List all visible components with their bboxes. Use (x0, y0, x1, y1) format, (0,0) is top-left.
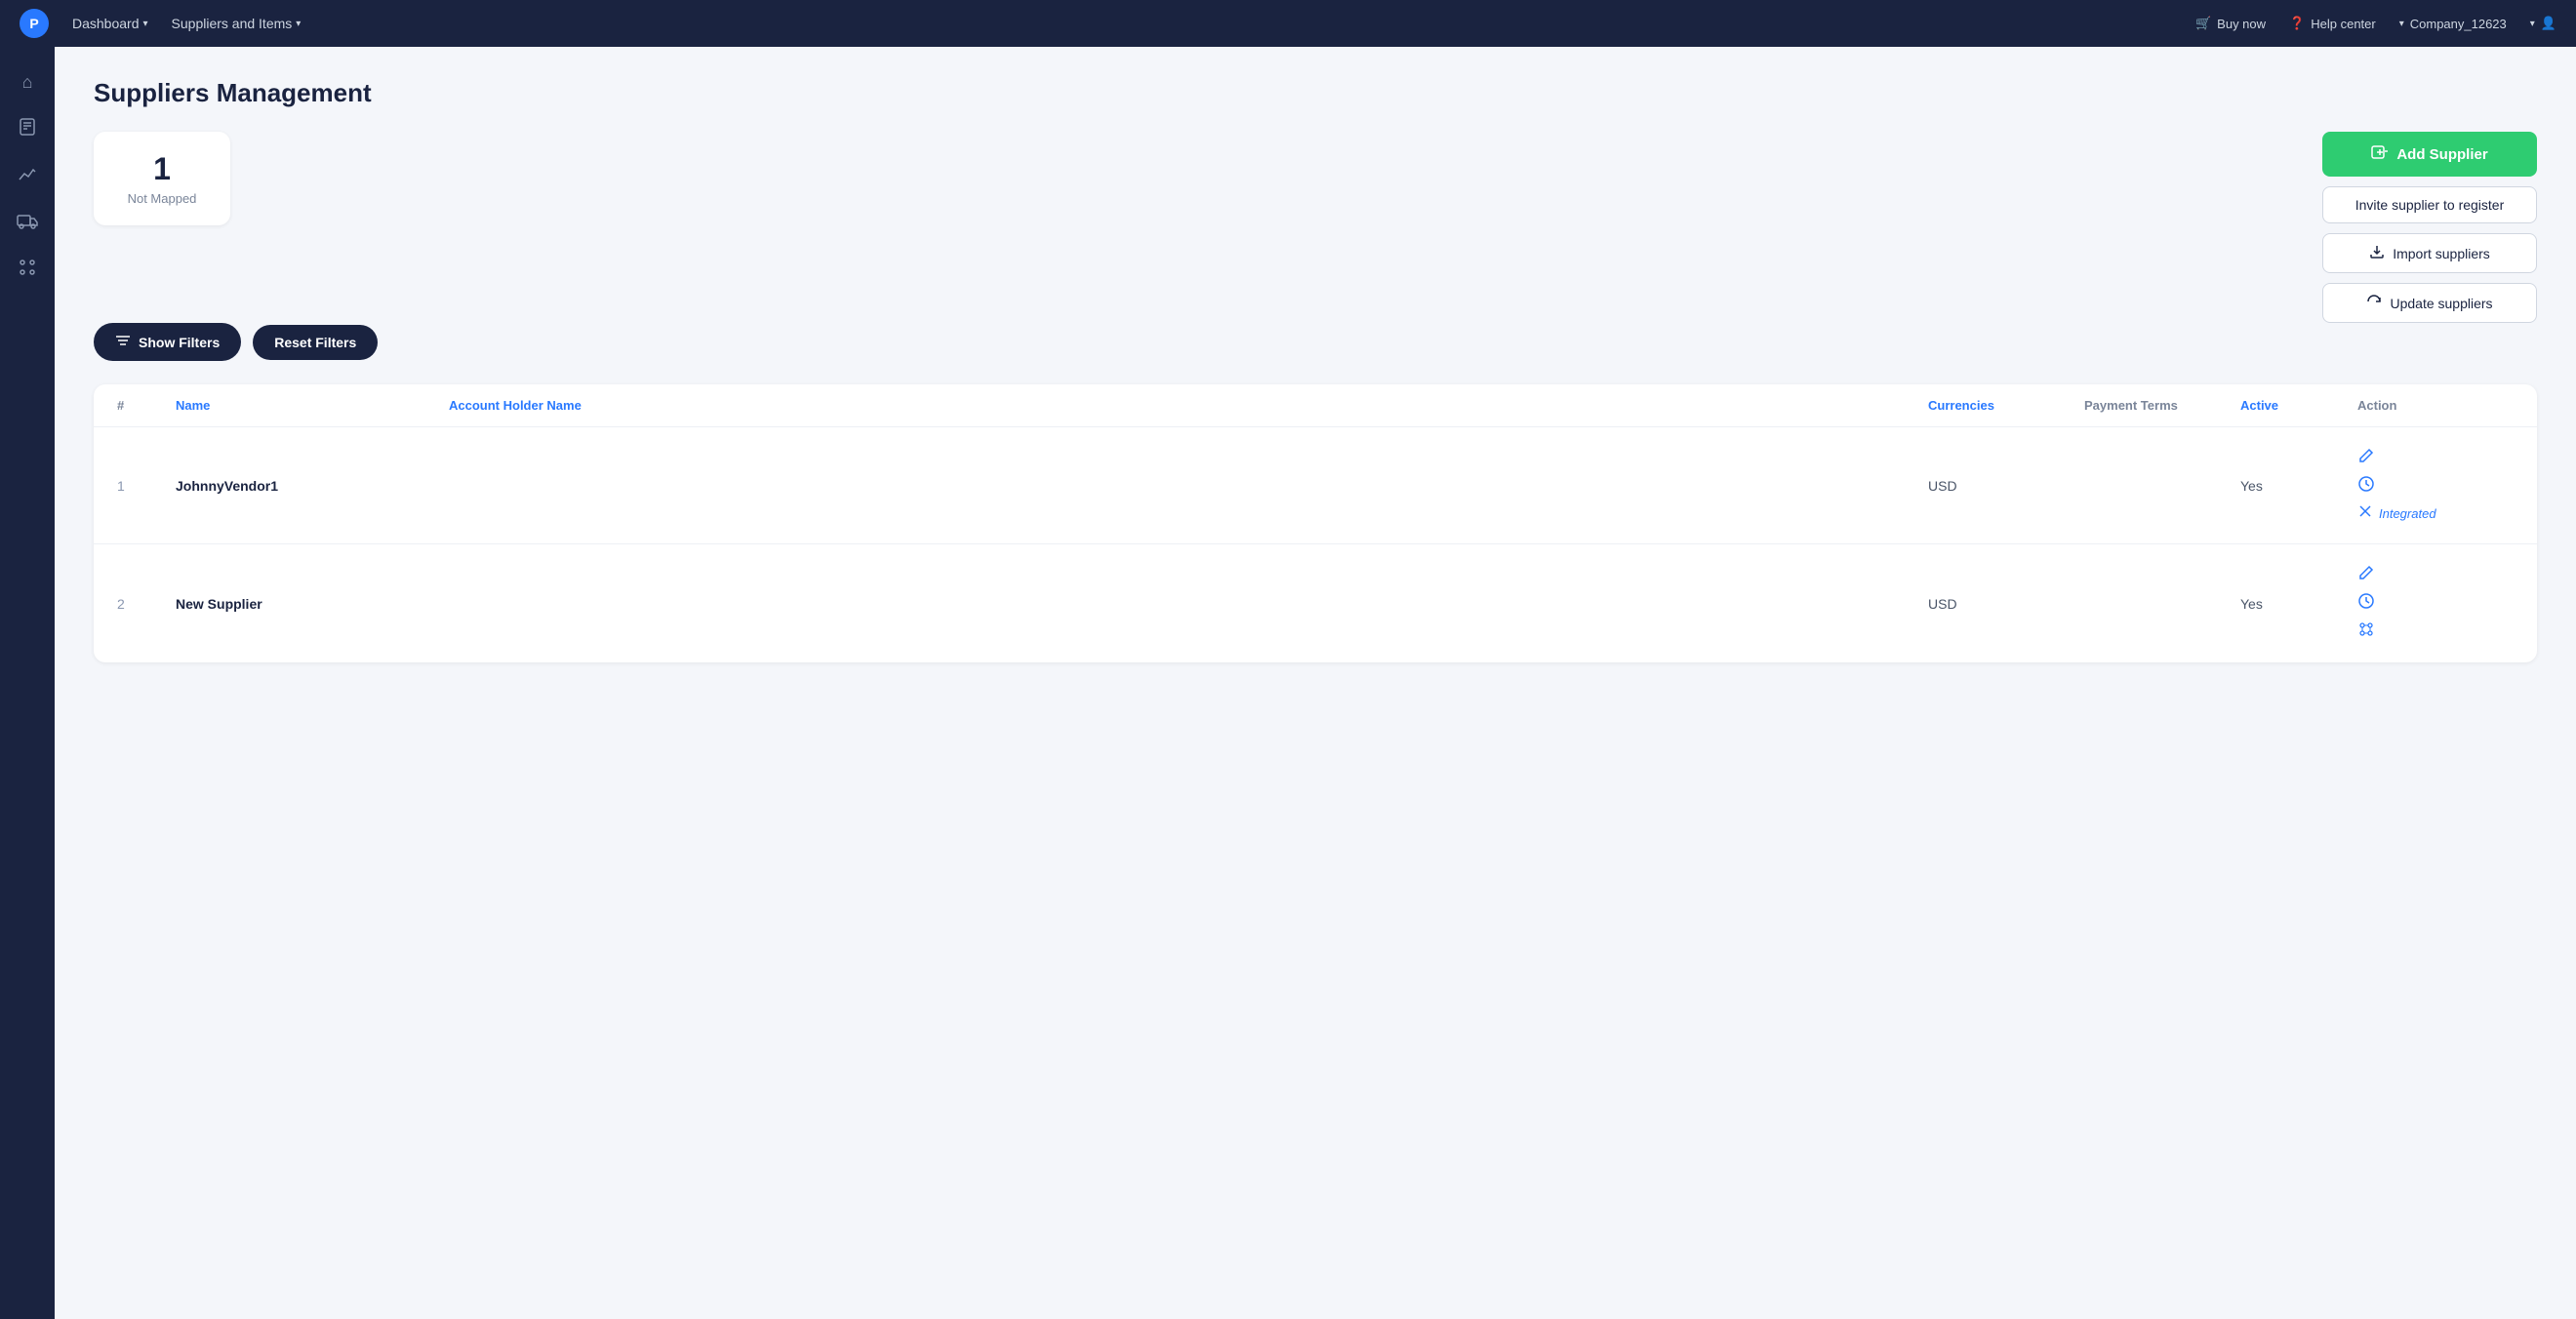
add-supplier-icon (2371, 143, 2389, 165)
right-actions: Add Supplier Invite supplier to register… (2322, 132, 2537, 323)
topnav-right: 🛒 Buy now ❓ Help center ▾ Company_12623 … (2195, 16, 2556, 31)
table-header: # Name Account Holder Name Currencies Pa… (94, 384, 2537, 427)
reset-filters-button[interactable]: Reset Filters (253, 325, 378, 360)
sidebar-item-catalog[interactable] (8, 250, 47, 289)
row1-name: JohnnyVendor1 (176, 478, 449, 494)
row2-map-action[interactable] (2357, 620, 2514, 643)
th-name: Name (176, 398, 449, 413)
sidebar-item-orders[interactable] (8, 109, 47, 148)
dashboard-link[interactable]: Dashboard ▾ (72, 16, 148, 31)
row2-active: Yes (2240, 596, 2357, 612)
not-mapped-label: Not Mapped (128, 191, 197, 206)
th-active: Active (2240, 398, 2357, 413)
sidebar-item-delivery[interactable] (8, 203, 47, 242)
row1-integrated-action[interactable]: Integrated (2357, 503, 2514, 524)
update-suppliers-label: Update suppliers (2390, 296, 2492, 311)
update-icon (2366, 294, 2382, 312)
add-supplier-button[interactable]: Add Supplier (2322, 132, 2537, 177)
invite-supplier-label: Invite supplier to register (2355, 197, 2505, 213)
top-row: 1 Not Mapped Add Supplier (94, 132, 2537, 323)
sidebar: ⌂ (0, 47, 55, 1319)
main-content: Suppliers Management 1 Not Mapped (55, 47, 2576, 1319)
delivery-icon (17, 212, 38, 234)
import-icon (2369, 244, 2385, 262)
th-currencies: Currencies (1928, 398, 2084, 413)
reset-filters-label: Reset Filters (274, 335, 356, 350)
help-center-label: Help center (2311, 17, 2375, 31)
dashboard-label: Dashboard (72, 16, 140, 31)
buy-now-label: Buy now (2217, 17, 2266, 31)
row2-name: New Supplier (176, 596, 449, 612)
row1-currencies: USD (1928, 478, 2084, 494)
import-suppliers-label: Import suppliers (2393, 246, 2490, 261)
show-filters-label: Show Filters (139, 335, 220, 350)
update-suppliers-button[interactable]: Update suppliers (2322, 283, 2537, 323)
row2-actions (2357, 564, 2514, 643)
map-icon (2357, 620, 2375, 643)
not-mapped-card: 1 Not Mapped (94, 132, 230, 225)
company-label: Company_12623 (2410, 17, 2507, 31)
company-chevron: ▾ (2399, 19, 2404, 29)
topnav-links: Dashboard ▾ Suppliers and Items ▾ (72, 16, 301, 31)
analytics-icon (18, 164, 37, 188)
row2-history-action[interactable] (2357, 592, 2514, 615)
cart-icon: 🛒 (2195, 16, 2211, 31)
row1-active: Yes (2240, 478, 2357, 494)
integrated-label: Integrated (2379, 506, 2436, 521)
orders-icon (18, 117, 37, 141)
clock-icon (2357, 475, 2375, 498)
edit-icon (2357, 564, 2375, 586)
user-menu[interactable]: ▾ 👤 (2530, 16, 2556, 31)
integrated-x-icon (2357, 503, 2373, 524)
company-menu[interactable]: ▾ Company_12623 (2399, 17, 2507, 31)
th-payment-terms: Payment Terms (2084, 398, 2240, 413)
edit-icon (2357, 447, 2375, 469)
help-icon: ❓ (2289, 16, 2305, 31)
not-mapped-count: 1 (153, 151, 171, 187)
suppliers-items-chevron: ▾ (296, 19, 301, 29)
sidebar-item-home[interactable]: ⌂ (8, 62, 47, 101)
topnav: P Dashboard ▾ Suppliers and Items ▾ 🛒 Bu… (0, 0, 2576, 47)
page-title: Suppliers Management (94, 78, 2537, 108)
row1-edit-action[interactable] (2357, 447, 2514, 469)
th-action: Action (2357, 398, 2514, 413)
table-row: 2 New Supplier USD Yes (94, 544, 2537, 662)
row2-action-icons (2357, 564, 2514, 643)
logo[interactable]: P (20, 9, 49, 38)
th-account-holder: Account Holder Name (449, 398, 1928, 413)
help-center-button[interactable]: ❓ Help center (2289, 16, 2376, 31)
show-filters-button[interactable]: Show Filters (94, 323, 241, 361)
buy-now-button[interactable]: 🛒 Buy now (2195, 16, 2266, 31)
filter-row: Show Filters Reset Filters (94, 323, 2537, 361)
th-num: # (117, 398, 176, 413)
left-section: 1 Not Mapped (94, 132, 230, 249)
suppliers-items-label: Suppliers and Items (172, 16, 293, 31)
catalog-icon (18, 258, 37, 282)
row1-history-action[interactable] (2357, 475, 2514, 498)
add-supplier-label: Add Supplier (2396, 146, 2487, 163)
row2-edit-action[interactable] (2357, 564, 2514, 586)
table-row: 1 JohnnyVendor1 USD Yes (94, 427, 2537, 544)
dashboard-chevron: ▾ (143, 19, 148, 29)
suppliers-items-link[interactable]: Suppliers and Items ▾ (172, 16, 302, 31)
sidebar-item-analytics[interactable] (8, 156, 47, 195)
row1-num: 1 (117, 478, 176, 494)
user-icon: 👤 (2541, 16, 2556, 31)
import-suppliers-button[interactable]: Import suppliers (2322, 233, 2537, 273)
clock-icon (2357, 592, 2375, 615)
user-chevron: ▾ (2530, 19, 2535, 29)
row1-actions: Integrated (2357, 447, 2514, 524)
row1-action-icons: Integrated (2357, 447, 2514, 524)
layout: ⌂ (0, 47, 2576, 1319)
row2-currencies: USD (1928, 596, 2084, 612)
invite-supplier-button[interactable]: Invite supplier to register (2322, 186, 2537, 223)
suppliers-table: # Name Account Holder Name Currencies Pa… (94, 384, 2537, 662)
home-icon: ⌂ (22, 72, 33, 93)
row2-num: 2 (117, 596, 176, 612)
filter-icon (115, 333, 131, 351)
